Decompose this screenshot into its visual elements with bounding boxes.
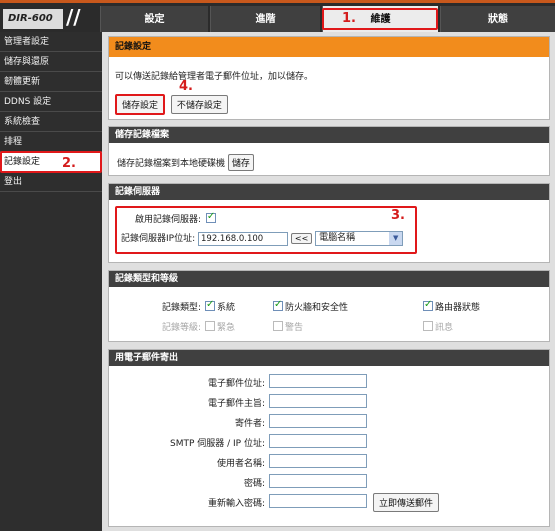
tab-status[interactable]: 狀態	[440, 6, 555, 33]
save-log-button[interactable]: 儲存	[227, 154, 254, 171]
sidebar-item-ddns[interactable]: DDNS 設定	[0, 92, 102, 112]
email-panel: 用電子郵件寄出 電子郵件位址: 電子郵件主旨: 寄件者: SMTP 伺服器 / …	[108, 349, 550, 527]
type-system-label: 系統	[217, 303, 236, 313]
send-mail-now-button[interactable]: 立即傳送郵件	[373, 493, 440, 512]
syslog-title: 記錄伺服器	[109, 184, 549, 200]
sidebar: 管理者設定 儲存與還原 韌體更新 DDNS 設定 系統檢查 排程 記錄設定 登出	[0, 32, 102, 531]
copy-computer-button[interactable]: <<	[290, 233, 313, 244]
sender-label: 寄件者:	[234, 419, 265, 429]
type-router-status-checkbox[interactable]	[423, 299, 433, 311]
email-title: 用電子郵件寄出	[109, 350, 549, 366]
highlight-tab-maintenance	[322, 8, 438, 30]
log-type-title: 記錄類型和等級	[109, 271, 549, 287]
chevron-down-icon: ▼	[389, 232, 403, 245]
log-settings-description: 可以傳送記錄給管理者電子郵件位址，加以儲存。	[115, 72, 314, 82]
username-label: 使用者名稱:	[216, 459, 265, 469]
level-warning-label: 警告	[285, 323, 304, 333]
sidebar-item-schedule[interactable]: 排程	[0, 132, 102, 152]
syslog-panel: 記錄伺服器 3. 啟用記錄伺服器: 記錄伺服器IP位址: 192.168.0.1…	[108, 183, 550, 263]
sidebar-item-firmware[interactable]: 韌體更新	[0, 72, 102, 92]
email-subject-label: 電子郵件主旨:	[207, 399, 265, 409]
log-type-panel: 記錄類型和等級 記錄類型: 系統 防火牆和安全性 路由器狀態 記錄等級: 緊急 …	[108, 270, 550, 342]
type-system-checkbox[interactable]	[205, 299, 215, 311]
annotation-1: 1.	[342, 11, 356, 26]
dont-save-settings-button[interactable]: 不儲存設定	[170, 95, 228, 114]
tab-bar: DIR-600 // 設定 進階 維護 狀態	[0, 3, 555, 33]
save-log-panel: 儲存記錄檔案 儲存記錄檔案到本地硬碟機 儲存	[108, 126, 550, 176]
sidebar-item-save-restore[interactable]: 儲存與還原	[0, 52, 102, 72]
level-emergency-label: 緊急	[217, 323, 236, 333]
sidebar-item-logout[interactable]: 登出	[0, 172, 102, 192]
slashes-icon: //	[66, 5, 81, 29]
type-router-status-label: 路由器狀態	[435, 303, 481, 313]
smtp-server-input[interactable]	[269, 434, 367, 448]
syslog-ip-input[interactable]: 192.168.0.100	[198, 231, 288, 246]
level-warning-checkbox[interactable]	[273, 321, 283, 331]
computer-name-select[interactable]: 電腦名稱 ▼	[315, 231, 404, 246]
enable-syslog-checkbox[interactable]	[205, 211, 216, 223]
log-settings-panel: 記錄設定 可以傳送記錄給管理者電子郵件位址，加以儲存。 儲存設定 不儲存設定 4…	[108, 36, 550, 120]
enable-syslog-label: 啟用記錄伺服器:	[135, 215, 202, 225]
annotation-3: 3.	[391, 208, 405, 223]
sidebar-item-admin[interactable]: 管理者設定	[0, 32, 102, 52]
model-label: DIR-600	[3, 9, 63, 29]
highlight-sidebar-log	[0, 151, 102, 173]
save-log-label: 儲存記錄檔案到本地硬碟機	[117, 159, 226, 169]
smtp-server-label: SMTP 伺服器 / IP 位址:	[170, 439, 265, 449]
username-input[interactable]	[269, 454, 367, 468]
computer-name-option: 電腦名稱	[319, 233, 356, 243]
sender-input[interactable]	[269, 414, 367, 428]
level-info-label: 訊息	[435, 323, 454, 333]
type-firewall-checkbox[interactable]	[273, 299, 283, 311]
level-emergency-checkbox[interactable]	[205, 321, 215, 331]
log-type-label: 記錄類型:	[161, 303, 201, 313]
email-address-label: 電子郵件位址:	[207, 379, 265, 389]
save-settings-button[interactable]: 儲存設定	[115, 94, 166, 115]
sidebar-item-system-check[interactable]: 系統檢查	[0, 112, 102, 132]
email-subject-input[interactable]	[269, 394, 367, 408]
type-firewall-label: 防火牆和安全性	[285, 303, 349, 313]
annotation-4: 4.	[179, 79, 193, 94]
save-log-title: 儲存記錄檔案	[109, 127, 549, 143]
syslog-ip-label: 記錄伺服器IP位址:	[121, 234, 196, 244]
annotation-2: 2.	[62, 156, 76, 171]
retype-password-label: 重新輸入密碼:	[207, 499, 265, 509]
tab-setup[interactable]: 設定	[100, 6, 208, 33]
tab-advanced[interactable]: 進階	[210, 6, 320, 33]
log-settings-title: 記錄設定	[109, 37, 549, 57]
log-level-label: 記錄等級:	[161, 323, 201, 333]
password-input[interactable]	[269, 474, 367, 488]
email-address-input[interactable]	[269, 374, 367, 388]
main-content: 記錄設定 可以傳送記錄給管理者電子郵件位址，加以儲存。 儲存設定 不儲存設定 4…	[102, 32, 555, 531]
retype-password-input[interactable]	[269, 494, 367, 508]
password-label: 密碼:	[243, 479, 265, 489]
level-info-checkbox[interactable]	[423, 321, 433, 331]
